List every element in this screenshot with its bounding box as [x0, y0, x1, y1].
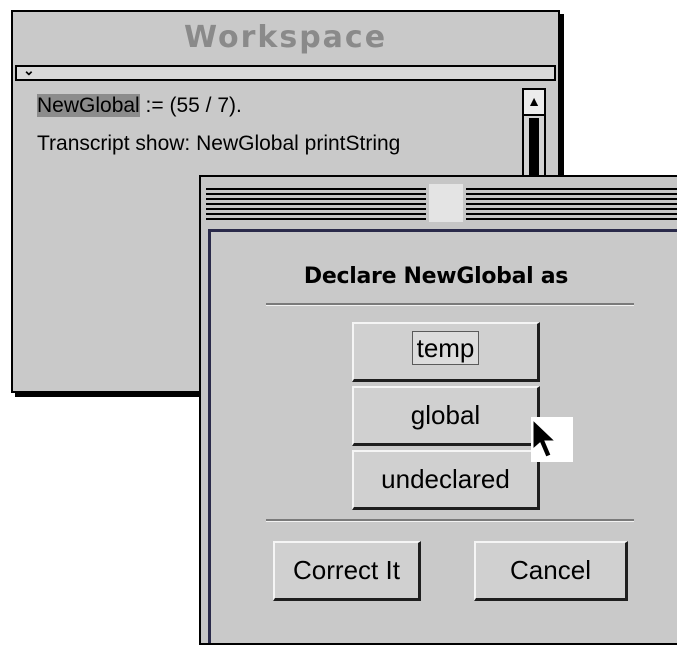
titlebar-stripes-left	[206, 188, 426, 220]
dialog-heading: Declare NewGlobal as	[303, 264, 569, 289]
correct-it-button[interactable]: Correct It	[273, 541, 421, 601]
workspace-menu-bar[interactable]: ⌄	[15, 62, 556, 81]
titlebar-gap	[429, 184, 463, 222]
undeclared-button-label: undeclared	[381, 464, 510, 494]
chevron-down-icon[interactable]: ⌄	[23, 62, 35, 79]
global-button-label: global	[410, 400, 481, 430]
scroll-up-arrow-icon[interactable]: ▲	[524, 90, 544, 116]
temp-button[interactable]: temp	[352, 322, 540, 382]
divider-bottom	[266, 519, 634, 522]
undeclared-button[interactable]: undeclared	[352, 450, 540, 510]
declare-dialog: Declare NewGlobal as temp global undecla…	[199, 175, 677, 645]
workspace-code-area[interactable]: NewGlobal := (55 / 7). Transcript show: …	[37, 87, 537, 163]
arrow-cursor-icon	[532, 418, 557, 458]
titlebar-stripes-right	[466, 188, 677, 220]
workspace-title[interactable]: Workspace	[13, 12, 558, 63]
divider-top	[266, 303, 634, 306]
cancel-button-label: Cancel	[510, 555, 591, 585]
cancel-button[interactable]: Cancel	[474, 541, 628, 601]
dialog-titlebar[interactable]	[201, 177, 677, 227]
selected-text: NewGlobal	[37, 94, 140, 117]
code-line-1-rest: := (55 / 7).	[139, 94, 242, 117]
code-line-2: Transcript show: NewGlobal printString	[37, 132, 401, 155]
correct-it-button-label: Correct It	[293, 555, 400, 585]
code-line-1: NewGlobal := (55 / 7).	[37, 87, 537, 125]
dialog-body: Declare NewGlobal as temp global undecla…	[208, 229, 677, 643]
mouse-pointer-icon	[531, 417, 573, 462]
global-button[interactable]: global	[352, 386, 540, 446]
temp-button-label: temp	[411, 331, 480, 365]
